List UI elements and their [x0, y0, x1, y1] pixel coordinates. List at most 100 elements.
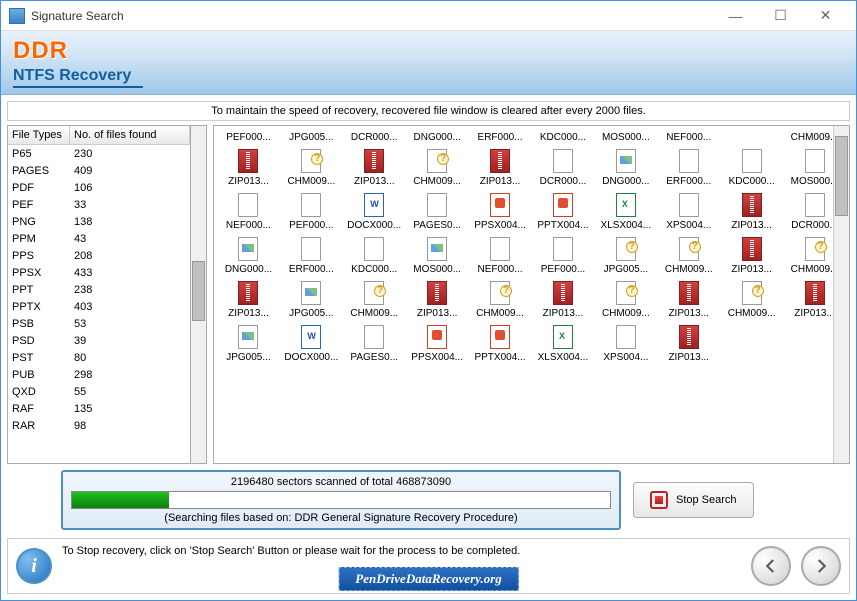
file-item[interactable]: CHM009... — [595, 279, 656, 321]
file-item[interactable]: JPG005... — [595, 235, 656, 277]
cell-type: QXD — [8, 386, 70, 398]
file-item[interactable]: PPSX004... — [407, 323, 468, 365]
minimize-button[interactable]: — — [713, 2, 758, 30]
img-icon — [616, 149, 636, 173]
table-row[interactable]: RAR98 — [8, 417, 190, 434]
file-item[interactable]: XLSX004... — [533, 323, 594, 365]
file-item[interactable]: ZIP013... — [658, 323, 719, 365]
file-item[interactable]: CHM009... — [721, 279, 782, 321]
column-count[interactable]: No. of files found — [70, 126, 190, 144]
progress-box: 2196480 sectors scanned of total 4688730… — [61, 470, 621, 530]
file-item[interactable]: ZIP013... — [470, 147, 531, 189]
file-item[interactable]: PPSX004... — [470, 191, 531, 233]
file-item[interactable]: PEF000... — [218, 130, 279, 145]
close-button[interactable]: ✕ — [803, 2, 848, 30]
file-item[interactable]: MOS000... — [595, 130, 656, 145]
file-item[interactable]: ZIP013... — [721, 191, 782, 233]
file-label: KDC000... — [729, 176, 775, 187]
zip-icon — [238, 149, 258, 173]
file-item[interactable]: ZIP013... — [218, 279, 279, 321]
forward-button[interactable] — [801, 546, 841, 586]
file-item[interactable]: JPG005... — [281, 279, 342, 321]
file-item[interactable]: KDC000... — [344, 235, 405, 277]
cell-count: 135 — [70, 403, 190, 415]
left-scrollbar[interactable] — [191, 125, 207, 464]
page-icon — [490, 237, 510, 261]
table-row[interactable]: PUB298 — [8, 366, 190, 383]
info-icon[interactable]: i — [16, 548, 52, 584]
file-item[interactable]: ZIP013... — [218, 147, 279, 189]
progress-subtext: (Searching files based on: DDR General S… — [71, 512, 611, 524]
table-row[interactable]: PNG138 — [8, 213, 190, 230]
stop-search-button[interactable]: Stop Search — [633, 482, 754, 518]
app-icon — [9, 8, 25, 24]
table-row[interactable]: PPT238 — [8, 281, 190, 298]
file-item[interactable]: NEF000... — [470, 235, 531, 277]
file-item[interactable]: KDC000... — [533, 130, 594, 145]
file-item[interactable]: CHM009... — [344, 279, 405, 321]
file-item[interactable]: XLSX004... — [595, 191, 656, 233]
table-row[interactable]: PSB53 — [8, 315, 190, 332]
file-item[interactable]: MOS000... — [407, 235, 468, 277]
file-item[interactable]: JPG005... — [218, 323, 279, 365]
maximize-button[interactable]: ☐ — [758, 2, 803, 30]
file-item[interactable]: XPS004... — [595, 323, 656, 365]
file-item[interactable]: XPS004... — [658, 191, 719, 233]
table-row[interactable]: PPS208 — [8, 247, 190, 264]
table-row[interactable]: P65230 — [8, 145, 190, 162]
file-item[interactable]: PPTX004... — [533, 191, 594, 233]
file-item[interactable]: DCR000... — [533, 147, 594, 189]
file-item[interactable]: ZIP013... — [658, 279, 719, 321]
file-label: PPSX004... — [474, 220, 526, 231]
file-item[interactable]: DNG000... — [218, 235, 279, 277]
file-item[interactable]: NEF000... — [658, 130, 719, 145]
xls-icon — [616, 193, 636, 217]
scrollbar-thumb[interactable] — [192, 261, 205, 321]
file-label: NEF000... — [478, 264, 523, 275]
file-label: XPS004... — [603, 352, 648, 363]
file-item[interactable]: DNG000... — [595, 147, 656, 189]
file-item[interactable]: DCR000... — [344, 130, 405, 145]
column-file-types[interactable]: File Types — [8, 126, 70, 144]
file-item[interactable]: NEF000... — [218, 191, 279, 233]
file-item[interactable]: DNG000... — [407, 130, 468, 145]
table-row[interactable]: QXD55 — [8, 383, 190, 400]
table-row[interactable]: PPTX403 — [8, 298, 190, 315]
table-row[interactable]: PST80 — [8, 349, 190, 366]
file-item[interactable]: ERF000... — [658, 147, 719, 189]
file-item[interactable]: ERF000... — [281, 235, 342, 277]
page-icon — [553, 149, 573, 173]
page-icon — [805, 149, 825, 173]
file-item[interactable]: CHM009... — [281, 147, 342, 189]
file-item[interactable]: ZIP013... — [407, 279, 468, 321]
file-item[interactable]: PPTX004... — [470, 323, 531, 365]
file-item[interactable]: PEF000... — [281, 191, 342, 233]
file-item[interactable]: CHM009... — [658, 235, 719, 277]
file-item[interactable]: ZIP013... — [721, 235, 782, 277]
files-panel: PEF000...JPG005...DCR000...DNG000...ERF0… — [213, 125, 850, 464]
scrollbar-thumb[interactable] — [835, 136, 848, 216]
file-label: CHM009... — [287, 176, 335, 187]
file-item[interactable]: ZIP013... — [344, 147, 405, 189]
right-scrollbar[interactable] — [833, 126, 849, 463]
table-row[interactable]: RAF135 — [8, 400, 190, 417]
file-item[interactable]: JPG005... — [281, 130, 342, 145]
table-row[interactable]: PPM43 — [8, 230, 190, 247]
back-button[interactable] — [751, 546, 791, 586]
file-item[interactable]: ZIP013... — [533, 279, 594, 321]
file-item[interactable]: ERF000... — [470, 130, 531, 145]
table-row[interactable]: PAGES409 — [8, 162, 190, 179]
table-row[interactable]: PEF33 — [8, 196, 190, 213]
file-item[interactable]: CHM009... — [407, 147, 468, 189]
file-item[interactable]: DOCX000... — [281, 323, 342, 365]
file-item[interactable]: DOCX000... — [344, 191, 405, 233]
table-row[interactable]: PPSX433 — [8, 264, 190, 281]
table-row[interactable]: PDF106 — [8, 179, 190, 196]
cell-type: PPTX — [8, 301, 70, 313]
file-item[interactable]: PAGES0... — [407, 191, 468, 233]
file-item[interactable]: PAGES0... — [344, 323, 405, 365]
file-item[interactable]: PEF000... — [533, 235, 594, 277]
file-item[interactable]: CHM009... — [470, 279, 531, 321]
table-row[interactable]: PSD39 — [8, 332, 190, 349]
file-item[interactable]: KDC000... — [721, 147, 782, 189]
